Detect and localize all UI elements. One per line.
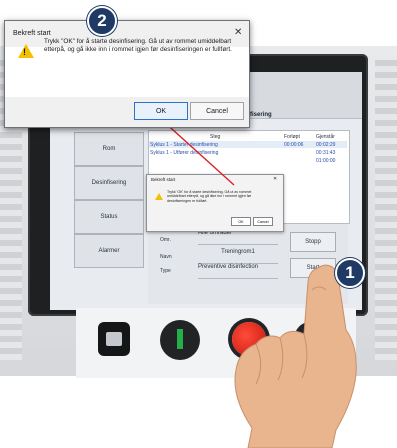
step-badge-2: 2	[87, 6, 117, 36]
pointing-hand	[234, 264, 357, 448]
step-badge-1: 1	[335, 258, 365, 288]
